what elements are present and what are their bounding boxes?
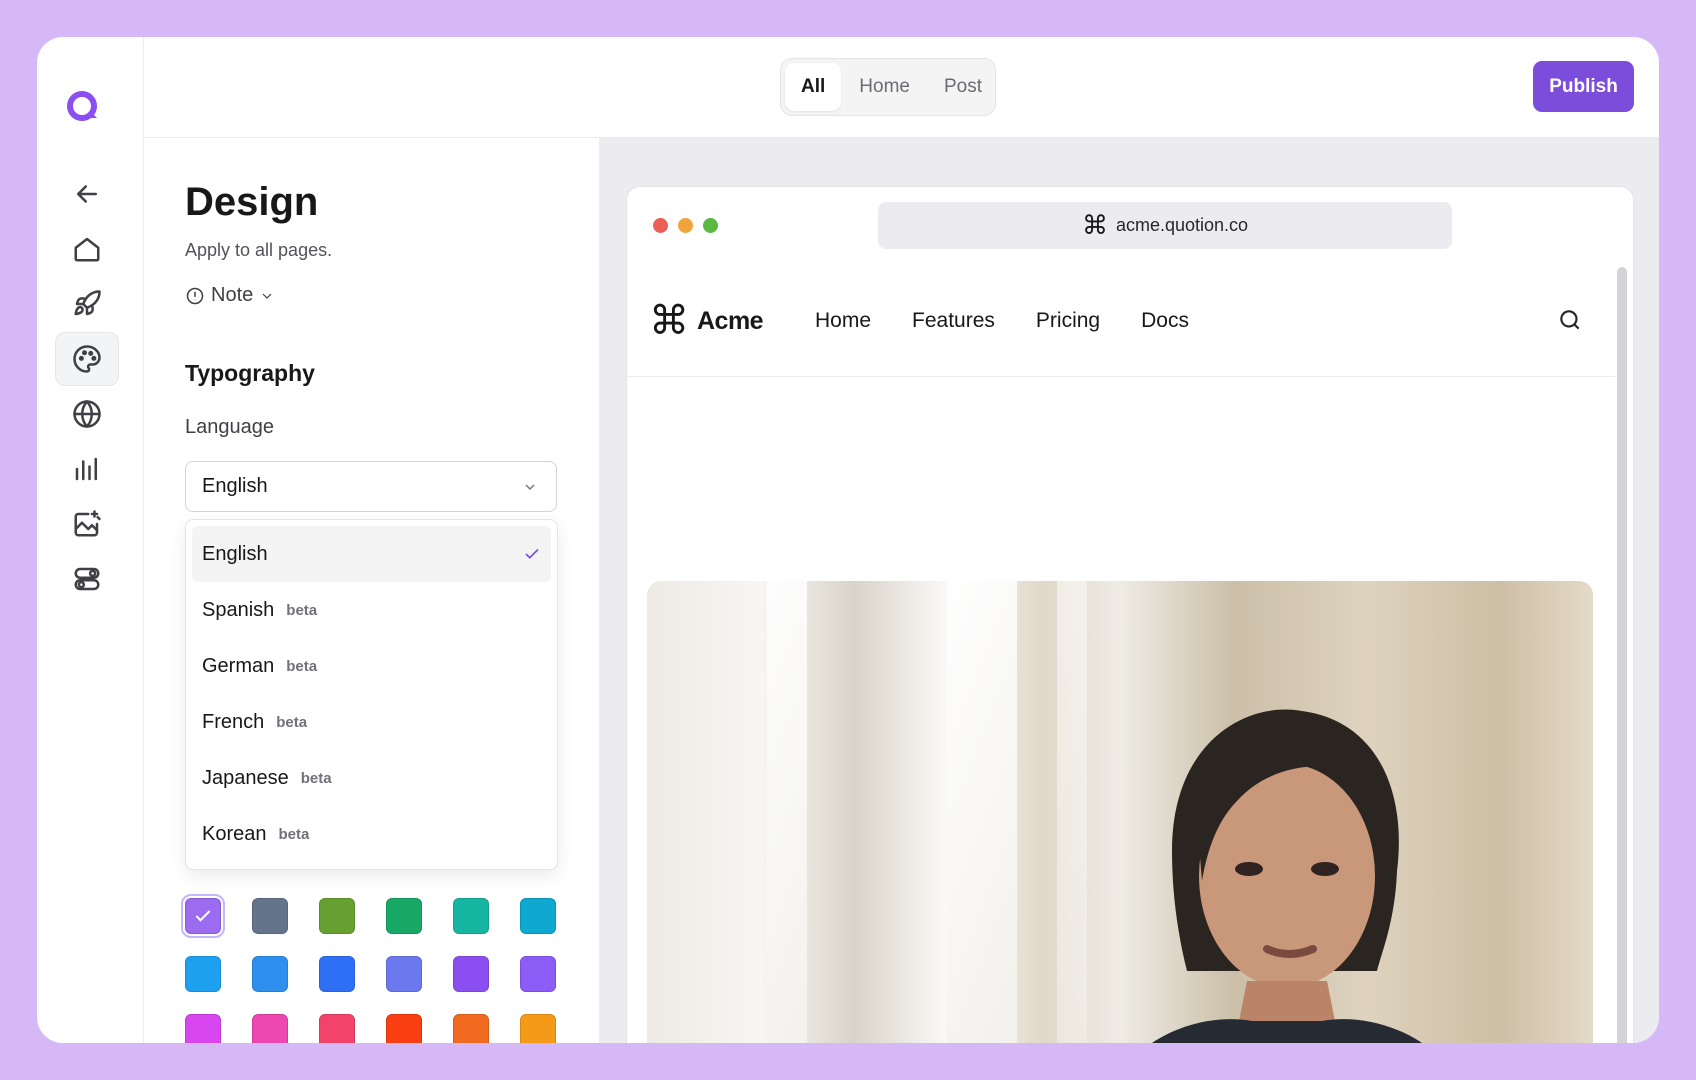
color-swatch[interactable]: [319, 956, 355, 992]
command-icon: ⌘: [1081, 210, 1108, 241]
language-option-french[interactable]: French beta: [192, 694, 551, 750]
app-window: All Home Post Publish Design Apply to al…: [37, 37, 1659, 1043]
quotion-logo-icon[interactable]: [64, 87, 104, 127]
language-option-japanese[interactable]: Japanese beta: [192, 750, 551, 806]
color-swatch[interactable]: [252, 898, 288, 934]
color-swatch[interactable]: [520, 1014, 556, 1043]
color-swatch[interactable]: [386, 1014, 422, 1043]
analytics-button[interactable]: [55, 442, 119, 496]
color-swatch[interactable]: [185, 956, 221, 992]
sidebar-rail: [37, 37, 144, 1043]
color-swatch[interactable]: [520, 898, 556, 934]
settings-button[interactable]: [55, 552, 119, 606]
color-swatch[interactable]: [185, 1014, 221, 1043]
color-swatch[interactable]: [386, 956, 422, 992]
url-bar[interactable]: ⌘ acme.quotion.co: [878, 202, 1452, 249]
design-panel: Design Apply to all pages. Note Typograp…: [144, 138, 600, 1043]
typography-heading: Typography: [185, 360, 315, 386]
beta-badge: beta: [300, 769, 332, 787]
rocket-icon: [74, 290, 101, 316]
color-swatch[interactable]: [453, 1014, 489, 1043]
globe-icon: [73, 400, 101, 428]
color-swatch[interactable]: [181, 894, 225, 938]
site-header: ⌘ Acme Home Features Pricing Docs: [627, 265, 1615, 377]
hero-image: [647, 581, 1593, 1043]
language-select[interactable]: English: [185, 461, 557, 512]
color-swatch[interactable]: [252, 1014, 288, 1043]
nav-link-pricing[interactable]: Pricing: [1036, 309, 1100, 333]
check-icon: [525, 548, 539, 559]
language-option-english[interactable]: English: [192, 526, 551, 582]
close-dot: [653, 218, 668, 233]
publish-button[interactable]: Publish: [1533, 61, 1634, 112]
color-swatch[interactable]: [252, 956, 288, 992]
color-swatch[interactable]: [453, 898, 489, 934]
site-nav-links: Home Features Pricing Docs: [815, 309, 1189, 333]
language-dropdown: English Spanish beta German beta French …: [185, 519, 558, 870]
info-circle-icon: [186, 287, 204, 304]
portrait-photo: [1152, 709, 1422, 1043]
chart-icon: [75, 457, 97, 481]
language-option-korean[interactable]: Korean beta: [192, 806, 551, 862]
site-brand[interactable]: ⌘ Acme: [649, 298, 764, 344]
color-swatch[interactable]: [520, 956, 556, 992]
color-swatch[interactable]: [319, 898, 355, 934]
domain-button[interactable]: [55, 387, 119, 441]
accent-color-grid: [181, 894, 565, 1043]
home-button[interactable]: [55, 222, 119, 276]
tab-all[interactable]: All: [785, 63, 842, 111]
chevron-down-icon: [262, 293, 272, 299]
image-edit-icon: [74, 510, 101, 537]
brand-name: Acme: [697, 306, 764, 335]
maximize-dot: [703, 218, 718, 233]
design-button[interactable]: [55, 332, 119, 386]
tab-home[interactable]: Home: [843, 63, 926, 111]
back-button[interactable]: [55, 167, 119, 221]
beta-badge: beta: [276, 713, 308, 731]
nav-link-docs[interactable]: Docs: [1141, 309, 1189, 333]
url-text: acme.quotion.co: [1115, 215, 1249, 235]
color-swatch[interactable]: [453, 956, 489, 992]
page-title: Design: [185, 180, 319, 224]
language-select-value: English: [202, 475, 268, 497]
note-label: Note: [211, 284, 254, 306]
color-swatch[interactable]: [386, 898, 422, 934]
tab-post[interactable]: Post: [928, 63, 998, 111]
top-bar: All Home Post Publish: [144, 37, 1659, 138]
home-icon: [74, 237, 100, 262]
minimize-dot: [678, 218, 693, 233]
beta-badge: beta: [286, 657, 318, 675]
toggles-icon: [74, 567, 100, 591]
nav-link-home[interactable]: Home: [815, 309, 871, 333]
nav-link-features[interactable]: Features: [912, 309, 995, 333]
command-icon: ⌘: [649, 298, 689, 344]
preview-area: ⌘ acme.quotion.co ⌘ Acme Home Features P…: [600, 138, 1659, 1043]
beta-badge: beta: [278, 825, 310, 843]
browser-preview: ⌘ acme.quotion.co ⌘ Acme Home Features P…: [626, 186, 1634, 1043]
check-icon: [195, 910, 211, 922]
preview-scrollbar[interactable]: [1617, 267, 1627, 1043]
language-option-spanish[interactable]: Spanish beta: [192, 582, 551, 638]
search-icon[interactable]: [1557, 307, 1583, 333]
window-controls: [653, 218, 718, 233]
back-icon: [77, 185, 97, 203]
launch-button[interactable]: [55, 277, 119, 331]
language-option-german[interactable]: German beta: [192, 638, 551, 694]
palette-icon: [73, 345, 101, 373]
beta-badge: beta: [286, 601, 318, 619]
media-button[interactable]: [55, 497, 119, 551]
page-subtitle: Apply to all pages.: [185, 240, 333, 260]
color-swatch[interactable]: [319, 1014, 355, 1043]
note-toggle[interactable]: Note: [185, 284, 275, 307]
chevron-down-icon: [525, 484, 535, 490]
page-scope-tabs: All Home Post: [780, 58, 996, 116]
language-label: Language: [185, 416, 274, 438]
